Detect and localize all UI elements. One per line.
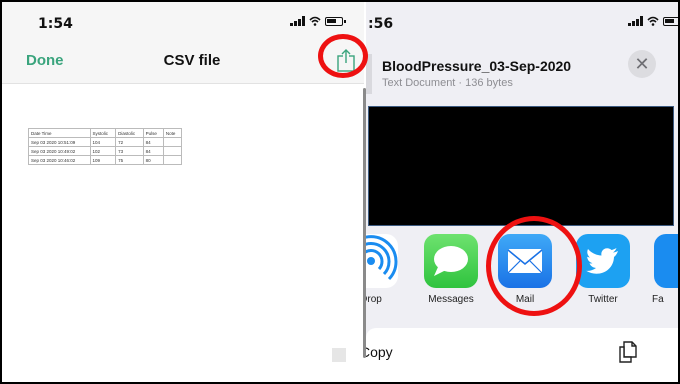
mail-icon (498, 234, 552, 288)
status-icons (628, 16, 678, 26)
table-row: Sep 03 2020 10:46:02 109 75 80 (28, 155, 183, 165)
table-cell: Sep 03 2020 10:49:02 (28, 146, 91, 156)
share-app-label: Mail (515, 294, 535, 305)
share-app-partial[interactable]: Fa (648, 234, 678, 305)
csv-viewer-screen: 1:54 Done CSV file Date Time Systolic Di… (2, 2, 364, 382)
table-cell: Sep 03 2020 10:51:09 (28, 137, 91, 147)
table-cell: 73 (115, 146, 144, 156)
column-header: Pulse (142, 128, 164, 138)
status-icons (290, 16, 346, 26)
table-cell: 80 (142, 155, 164, 165)
share-app-airdrop[interactable]: Drop (366, 234, 404, 305)
copy-action[interactable]: Copy (366, 328, 678, 382)
share-app-label: Messages (428, 294, 474, 305)
share-app-messages[interactable]: Messages (418, 234, 484, 305)
battery-icon (663, 16, 678, 26)
table-cell: 84 (142, 137, 164, 147)
copy-icon (619, 341, 637, 363)
share-app-label: Twitter (588, 294, 618, 305)
wifi-icon (309, 16, 321, 26)
table-cell (162, 146, 183, 156)
twitter-icon (576, 234, 630, 288)
document-thumbnail (366, 54, 372, 94)
status-time: :56 (368, 16, 394, 32)
navigation-bar: 1:54 Done CSV file (2, 2, 364, 84)
share-app-label: Drop (366, 294, 382, 305)
table-cell: Sep 03 2020 10:46:02 (28, 155, 91, 165)
table-cell (162, 155, 183, 165)
share-icon[interactable] (336, 48, 356, 72)
column-header: Systolic (89, 128, 117, 138)
share-app-label: Fa (652, 294, 664, 305)
share-app-twitter[interactable]: Twitter (570, 234, 636, 305)
column-header: Note (162, 128, 183, 138)
close-button[interactable]: ✕ (628, 50, 656, 78)
copy-label: Copy (366, 344, 393, 360)
table-cell: 84 (142, 146, 164, 156)
table-row: Sep 03 2020 10:49:02 102 73 84 (28, 146, 183, 156)
battery-icon (325, 16, 346, 26)
shared-file-name: BloodPressure_03-Sep-2020 (382, 58, 572, 74)
share-app-mail[interactable]: Mail (492, 234, 558, 305)
cellular-signal-icon (290, 16, 305, 26)
app-icon (654, 234, 678, 288)
document-preview (368, 106, 674, 226)
wifi-icon (647, 16, 659, 26)
cellular-signal-icon (628, 16, 643, 26)
airdrop-icon (366, 234, 398, 288)
messages-icon (424, 234, 478, 288)
shared-file-info: Text Document · 136 bytes (382, 77, 513, 89)
overlay-square (332, 348, 346, 362)
table-cell (162, 137, 183, 147)
table-cell: 109 (89, 155, 117, 165)
done-button[interactable]: Done (26, 52, 64, 69)
table-cell: 104 (89, 137, 117, 147)
table-cell: 75 (115, 155, 144, 165)
table-header-row: Date Time Systolic Diastolic Pulse Note (28, 128, 183, 138)
page-title: CSV file (163, 52, 221, 69)
share-sheet-screen: :56 BloodPressure_03-Sep-2020 Text Docum… (366, 2, 678, 382)
table-row: Sep 03 2020 10:51:09 104 72 84 (28, 137, 183, 147)
column-header: Diastolic (115, 128, 144, 138)
table-cell: 102 (89, 146, 117, 156)
status-time: 1:54 (38, 16, 73, 32)
csv-table: Date Time Systolic Diastolic Pulse Note … (28, 128, 183, 165)
column-header: Date Time (28, 128, 91, 138)
share-apps-row: Drop Messages Mail (366, 234, 678, 314)
table-cell: 72 (115, 137, 144, 147)
